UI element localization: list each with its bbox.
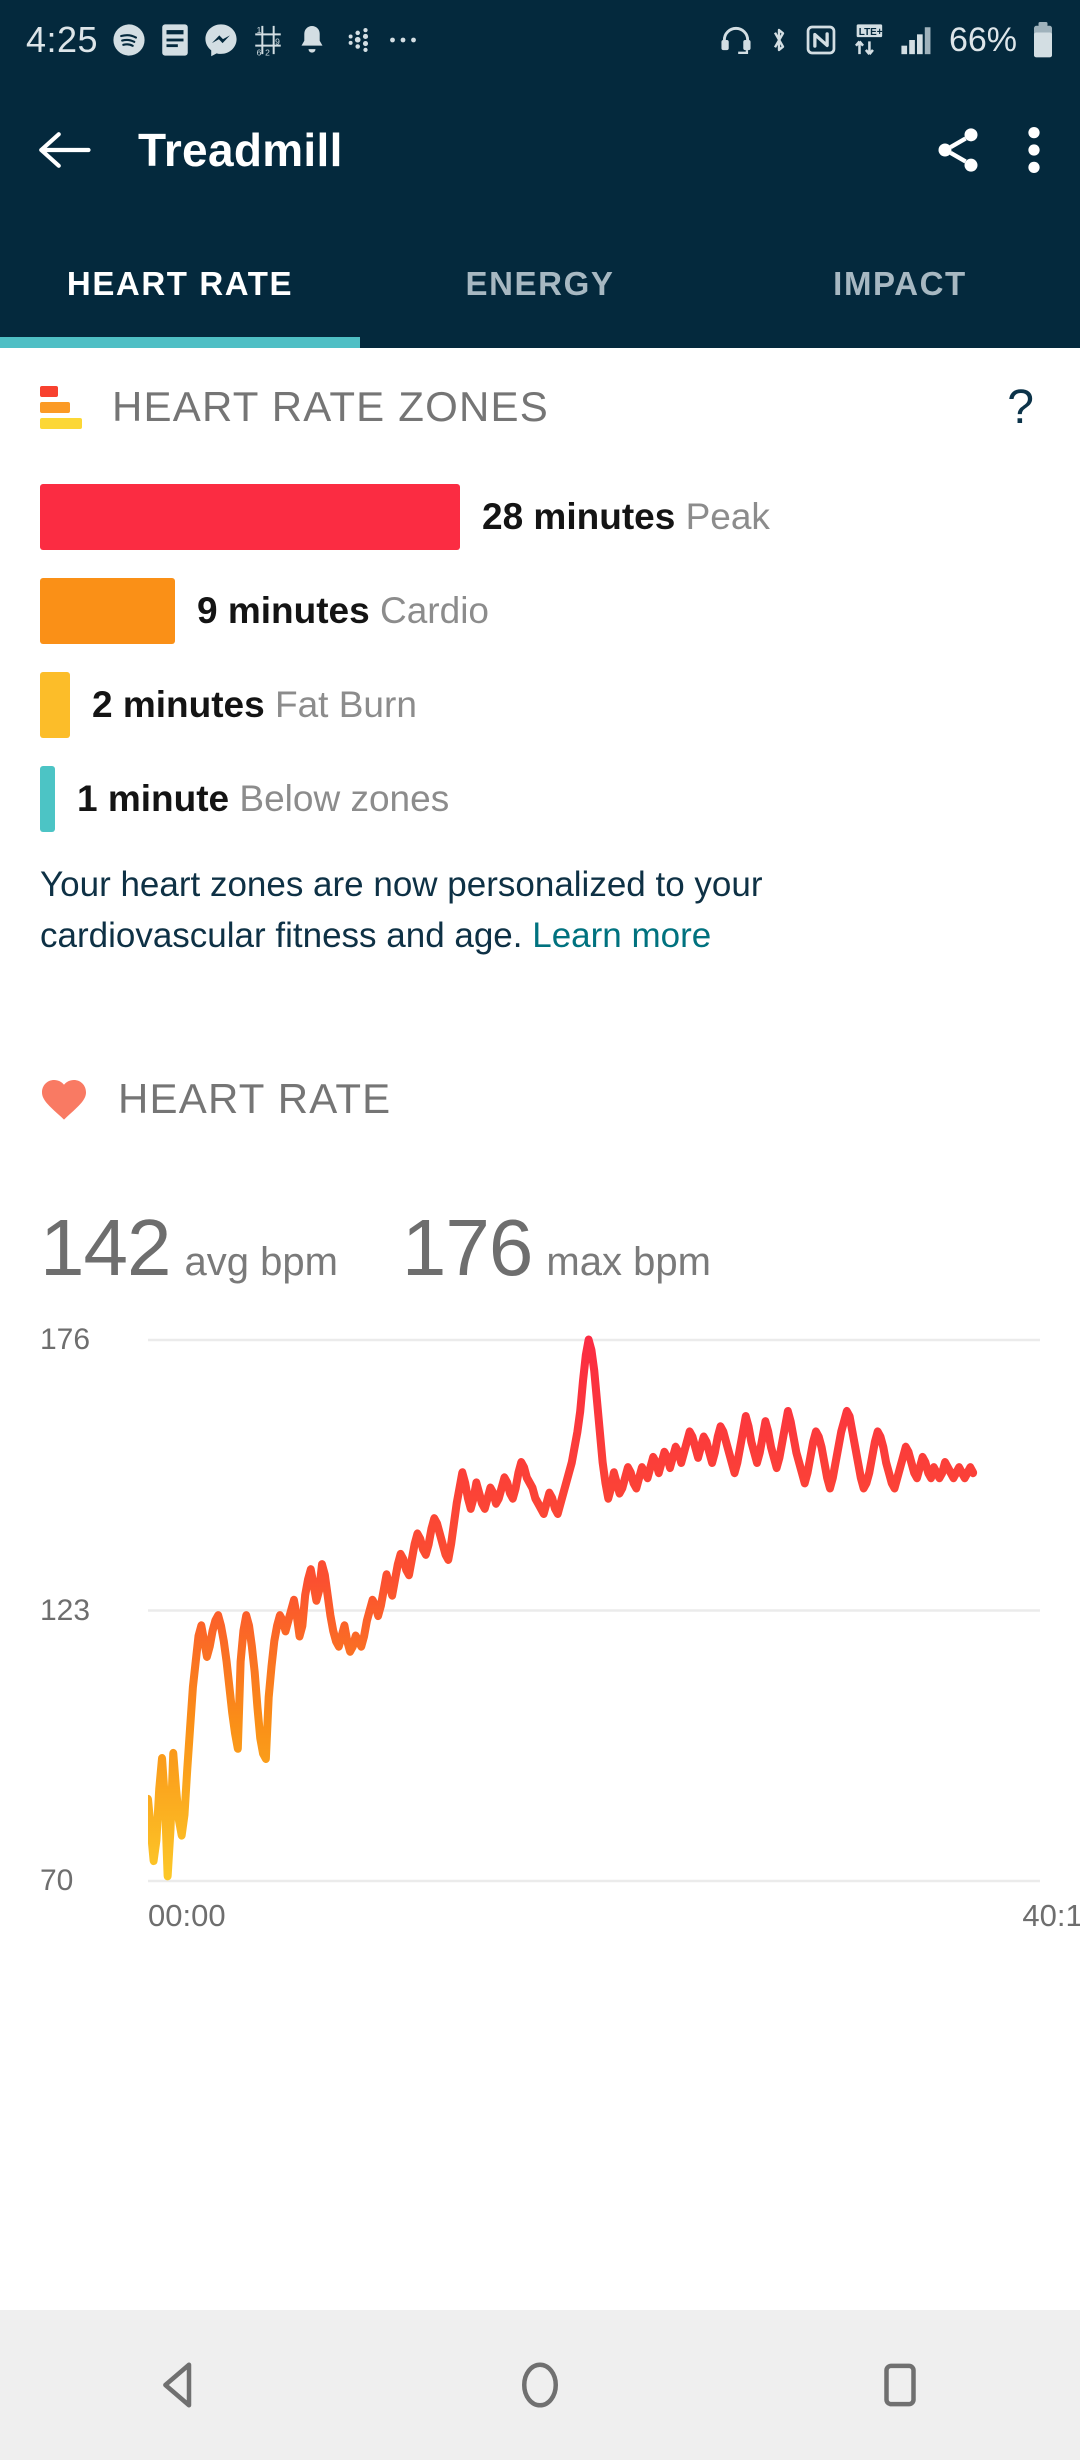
page-title: Treadmill: [138, 123, 932, 177]
zone-label: 9 minutes Cardio: [197, 590, 489, 632]
y-axis-label-bottom: 70: [40, 1864, 132, 1898]
tab-active-indicator: [0, 337, 360, 348]
zone-name: Cardio: [380, 590, 489, 631]
content-area: HEART RATE ZONES ? 28 minutes Peak 9 min…: [0, 348, 1080, 1928]
svg-text:9: 9: [275, 36, 280, 46]
headset-icon: [720, 24, 752, 56]
svg-text:2: 2: [265, 48, 270, 57]
zone-bar: [40, 484, 460, 550]
zone-minutes: 2 minutes: [92, 684, 265, 725]
battery-icon: [1032, 22, 1054, 58]
overflow-menu-icon[interactable]: [1024, 124, 1044, 176]
zone-minutes: 9 minutes: [197, 590, 370, 631]
avg-bpm-stat: 142 avg bpm: [40, 1202, 338, 1294]
max-bpm-value: 176: [402, 1202, 532, 1294]
chart-svg: [148, 1328, 1040, 1883]
zones-section-title: HEART RATE ZONES: [112, 383, 1007, 431]
more-icon: [388, 34, 418, 46]
zone-row-below-zones: 1 minute Below zones: [40, 766, 1040, 832]
svg-text:6: 6: [257, 48, 262, 57]
heart-rate-section: HEART RATE 142 avg bpm 176 max bpm 176 1…: [40, 1040, 1040, 1928]
status-bar: 4:25 1 9 6 2: [0, 0, 1080, 80]
max-bpm-unit: max bpm: [546, 1240, 711, 1285]
zones-bars-icon: [40, 385, 82, 429]
heart-rate-line: [148, 1340, 973, 1876]
zone-row-peak: 28 minutes Peak: [40, 484, 1040, 550]
heart-rate-chart: 176 123 70: [40, 1328, 1040, 1928]
zones-section-header: HEART RATE ZONES ?: [40, 348, 1040, 466]
status-bar-left: 4:25 1 9 6 2: [26, 19, 720, 61]
avg-bpm-unit: avg bpm: [184, 1240, 337, 1285]
back-arrow-icon[interactable]: [36, 128, 92, 172]
nav-home-button[interactable]: [480, 2325, 600, 2445]
signal-icon: [900, 25, 934, 55]
zone-name: Fat Burn: [275, 684, 417, 725]
zone-minutes: 28 minutes: [482, 496, 675, 537]
zone-list: 28 minutes Peak 9 minutes Cardio 2 minut…: [40, 484, 1040, 832]
heart-rate-section-title: HEART RATE: [118, 1075, 1040, 1123]
zone-row-fat-burn: 2 minutes Fat Burn: [40, 672, 1040, 738]
zones-description: Your heart zones are now personalized to…: [40, 860, 920, 962]
bluetooth-icon: [767, 24, 791, 56]
zone-bar: [40, 672, 70, 738]
sudoku-icon: 1 9 6 2: [252, 23, 284, 57]
zone-label: 2 minutes Fat Burn: [92, 684, 417, 726]
x-axis-label-start: 00:00: [148, 1898, 226, 1934]
heart-rate-section-header: HEART RATE: [40, 1040, 1040, 1158]
status-time: 4:25: [26, 19, 98, 61]
spotify-icon: [112, 23, 146, 57]
svg-text:1: 1: [257, 25, 262, 35]
bell-icon: [298, 23, 326, 57]
tab-heart-rate[interactable]: HEART RATE: [0, 220, 360, 348]
tab-impact[interactable]: IMPACT: [720, 220, 1080, 348]
chart-gridlines: [148, 1340, 1040, 1881]
tab-bar: HEART RATE ENERGY IMPACT: [0, 220, 1080, 348]
app-bar: Treadmill: [0, 80, 1080, 220]
chart-plot-area: [148, 1328, 1040, 1883]
learn-more-link[interactable]: Learn more: [532, 916, 711, 955]
zone-minutes: 1 minute: [77, 778, 229, 819]
nav-recents-button[interactable]: [840, 2325, 960, 2445]
news-icon: [160, 23, 190, 57]
zone-row-cardio: 9 minutes Cardio: [40, 578, 1040, 644]
help-icon[interactable]: ?: [1007, 380, 1040, 435]
max-bpm-stat: 176 max bpm: [402, 1202, 711, 1294]
fitbit-icon: [340, 23, 374, 57]
y-axis-label-mid: 123: [40, 1594, 132, 1628]
zone-name: Peak: [686, 496, 770, 537]
tab-energy[interactable]: ENERGY: [360, 220, 720, 348]
x-axis-label-end: 40:14: [1022, 1898, 1080, 1934]
messenger-icon: [204, 23, 238, 57]
zone-bar: [40, 766, 55, 832]
nav-back-button[interactable]: [120, 2325, 240, 2445]
y-axis-label-top: 176: [40, 1323, 132, 1357]
nfc-icon: [806, 25, 836, 55]
zone-label: 1 minute Below zones: [77, 778, 449, 820]
zone-label: 28 minutes Peak: [482, 496, 770, 538]
heart-rate-stats: 142 avg bpm 176 max bpm: [40, 1202, 1040, 1294]
x-axis-labels: 00:00 40:14: [148, 1898, 1040, 1934]
android-nav-bar: [0, 2310, 1080, 2460]
status-bar-right: LTE+ 66%: [720, 21, 1054, 60]
battery-percent: 66%: [949, 21, 1017, 60]
svg-text:LTE+: LTE+: [859, 27, 883, 38]
heart-icon: [40, 1077, 88, 1121]
share-icon[interactable]: [932, 124, 984, 176]
lte-plus-icon: LTE+: [851, 23, 885, 57]
avg-bpm-value: 142: [40, 1202, 170, 1294]
zone-name: Below zones: [239, 778, 449, 819]
zone-bar: [40, 578, 175, 644]
